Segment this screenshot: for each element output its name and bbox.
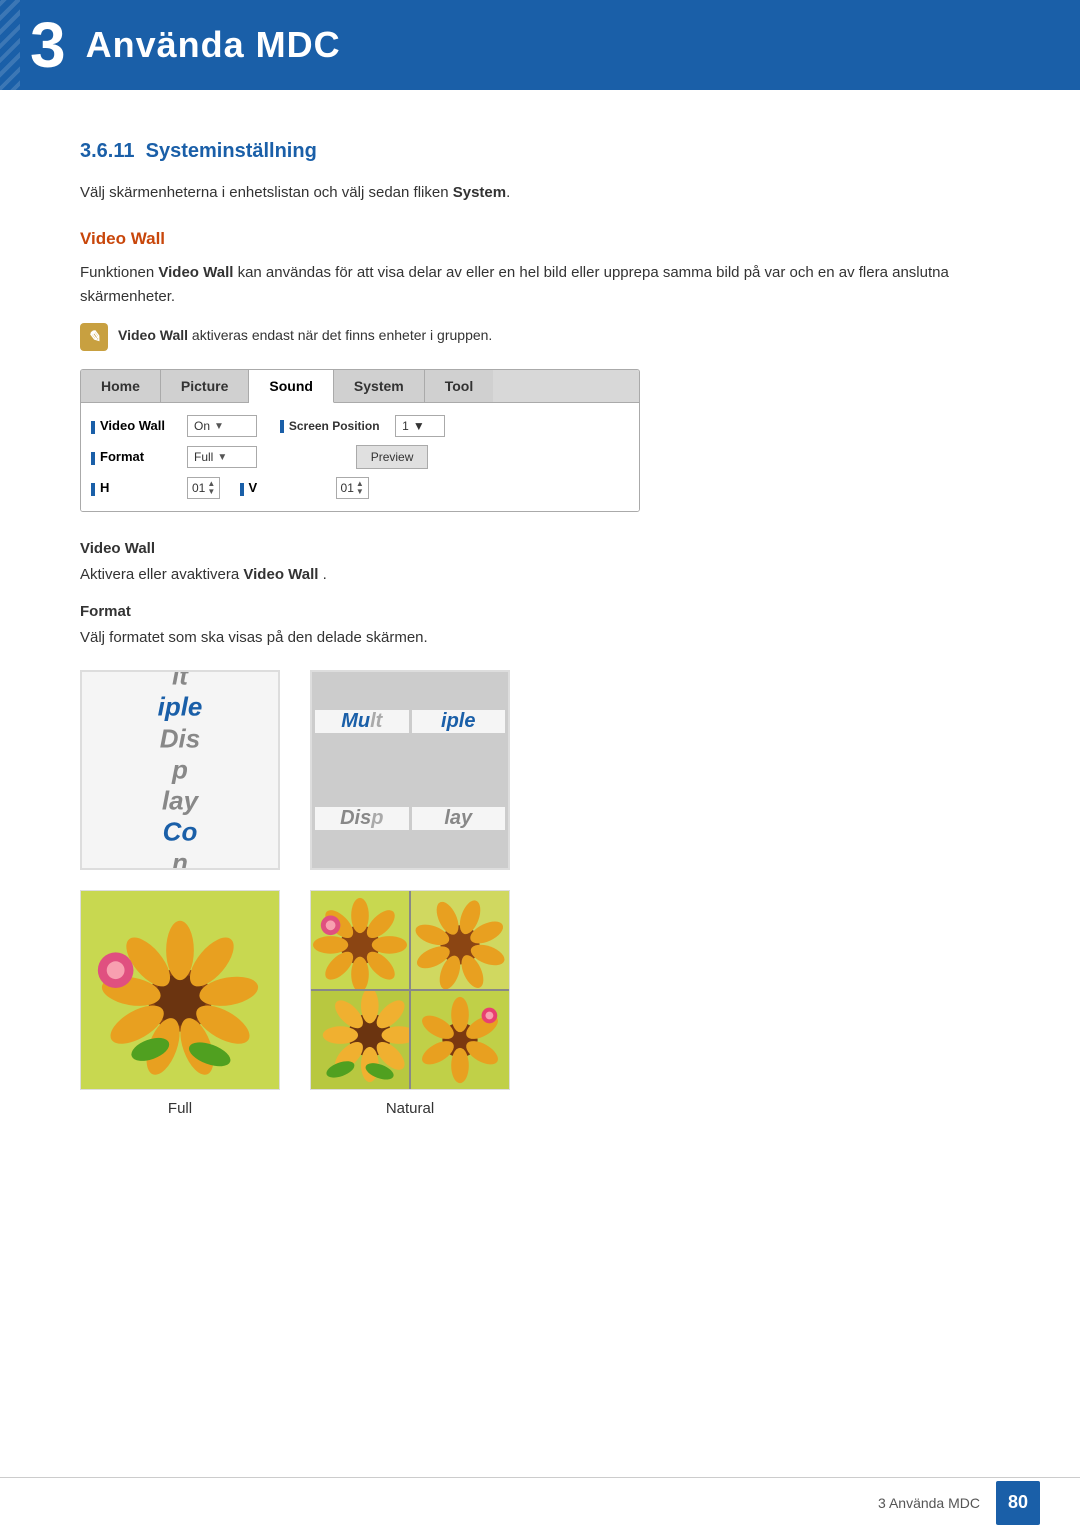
panel-row-2: Format Full ▼ Preview [91, 445, 629, 469]
section-heading: 3.6.11 Systeminställning [80, 140, 1000, 163]
chapter-number: 3 [30, 13, 66, 77]
format-natural-logo: Mult iple Disp lay [310, 670, 510, 870]
natural-photo-grid [311, 891, 509, 1089]
tab-picture[interactable]: Picture [161, 370, 249, 402]
note-box: ✎ Video Wall aktiveras endast när det fi… [80, 323, 1000, 351]
natural-logo-box: Mult iple Disp lay [310, 670, 510, 870]
h-spinners[interactable]: ▲ ▼ [207, 480, 215, 496]
full-logo-box: Multiple Display Control [80, 670, 280, 870]
section-intro: Välj skärmenheterna i enhetslistan och v… [80, 181, 1000, 205]
footer-text: 3 Använda MDC [878, 1495, 980, 1511]
video-wall-label: Video Wall [91, 418, 181, 433]
full-logo-text: Multiple Display Control [158, 670, 203, 870]
tab-tool[interactable]: Tool [425, 370, 494, 402]
v-value: 01 [341, 481, 354, 495]
h-label: H [91, 480, 181, 495]
vw-desc-bold: Video Wall [243, 566, 318, 583]
stripe-decoration [0, 0, 20, 90]
video-wall-heading: Video Wall [80, 229, 1000, 249]
tab-home[interactable]: Home [81, 370, 161, 402]
chapter-title: Använda MDC [86, 24, 341, 66]
tab-system[interactable]: System [334, 370, 425, 402]
video-wall-value: On [194, 419, 210, 433]
panel-row-3: H 01 ▲ ▼ V 01 ▲ ▼ [91, 477, 629, 499]
screen-position-label: Screen Position [280, 419, 380, 433]
para-bold: Video Wall [158, 264, 233, 281]
natural-cell-1: Mult [315, 710, 409, 733]
photo-cell-2 [411, 891, 509, 989]
natural-caption: Natural [386, 1100, 434, 1117]
format-label: Format [91, 449, 181, 464]
format-value: Full [194, 450, 213, 464]
natural-cell-4: lay [412, 807, 506, 830]
section-number: 3.6.11 [80, 140, 135, 162]
tab-sound[interactable]: Sound [249, 370, 334, 403]
vw-desc-text: Aktivera eller avaktivera Video Wall . [80, 563, 1000, 587]
panel-row-1: Video Wall On ▼ Screen Position 1 ▼ [91, 415, 629, 437]
page-header: 3 Använda MDC [0, 0, 1080, 90]
natural-cell-2: iple [412, 710, 506, 733]
full-caption: Full [168, 1100, 192, 1117]
ui-tabs: Home Picture Sound System Tool [81, 370, 639, 403]
h-value: 01 [192, 481, 205, 495]
h-input[interactable]: 01 ▲ ▼ [187, 477, 220, 499]
ui-panel-body: Video Wall On ▼ Screen Position 1 ▼ [81, 403, 639, 511]
natural-cell-3: Disp [315, 807, 409, 830]
v-label: V [240, 480, 330, 495]
para-prefix: Funktionen [80, 264, 158, 281]
format-natural-photo: Natural [310, 890, 510, 1117]
photo-cell-1 [311, 891, 409, 989]
vw-desc-heading: Video Wall [80, 540, 1000, 557]
format-full-logo: Multiple Display Control [80, 670, 280, 870]
video-wall-para: Funktionen Video Wall kan användas för a… [80, 261, 1000, 309]
format-full-photo: Full [80, 890, 280, 1117]
photo-images-container: Full [80, 890, 1000, 1117]
format-images-container: Multiple Display Control Mult iple Disp … [80, 670, 1000, 870]
full-photo-box [80, 890, 280, 1090]
full-photo-svg [81, 891, 279, 1089]
main-content: 3.6.11 Systeminställning Välj skärmenhet… [0, 90, 1080, 1187]
page-footer: 3 Använda MDC 80 [0, 1477, 1080, 1527]
format-select[interactable]: Full ▼ [187, 446, 257, 468]
page-number: 80 [996, 1481, 1040, 1525]
select-arrow: ▼ [214, 421, 224, 432]
v-spinners[interactable]: ▲ ▼ [356, 480, 364, 496]
note-icon: ✎ [80, 323, 108, 351]
format-arrow: ▼ [217, 452, 227, 463]
screen-pos-arrow: ▼ [413, 419, 425, 433]
screen-position-value: 1 [402, 419, 409, 433]
preview-button[interactable]: Preview [356, 445, 429, 469]
v-input[interactable]: 01 ▲ ▼ [336, 477, 369, 499]
ui-panel: Home Picture Sound System Tool Video Wal… [80, 369, 640, 512]
photo-cell-3 [311, 991, 409, 1089]
photo-cell-4 [411, 991, 509, 1089]
screen-position-select[interactable]: 1 ▼ [395, 415, 445, 437]
natural-photo-box [310, 890, 510, 1090]
video-wall-select[interactable]: On ▼ [187, 415, 257, 437]
note-text: Video Wall aktiveras endast när det finn… [118, 323, 492, 346]
section-title: Systeminställning [146, 140, 317, 162]
format-desc-heading: Format [80, 603, 1000, 620]
format-desc-text: Välj formatet som ska visas på den delad… [80, 626, 1000, 650]
